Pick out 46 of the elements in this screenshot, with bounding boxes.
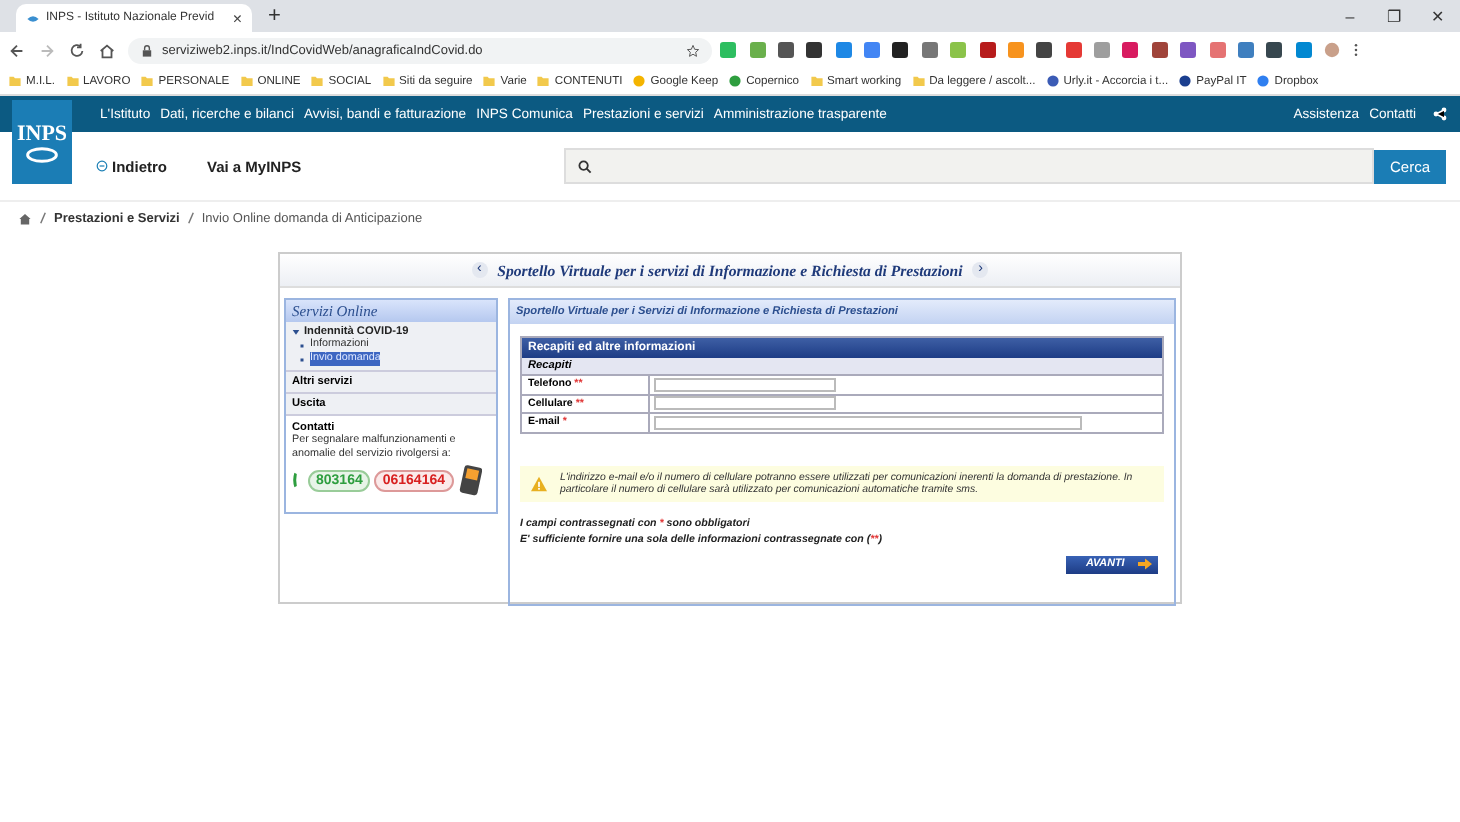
share-icon[interactable] xyxy=(1432,106,1448,122)
slash-icon xyxy=(40,212,46,224)
swirl-icon xyxy=(24,145,60,163)
folder-icon xyxy=(381,74,396,88)
close-tab-button[interactable]: × xyxy=(232,9,242,27)
input-field[interactable] xyxy=(654,396,836,411)
search-field[interactable] xyxy=(563,148,1374,184)
extension-icon[interactable] xyxy=(979,42,996,58)
extension-icon[interactable] xyxy=(1151,42,1168,58)
reload-icon[interactable] xyxy=(68,41,86,59)
warning-icon xyxy=(530,475,548,492)
extension-icon[interactable] xyxy=(892,42,909,58)
window-control[interactable]: – xyxy=(1328,7,1372,25)
back-circle-icon xyxy=(96,160,108,172)
folder-icon xyxy=(911,74,926,88)
back-icon[interactable] xyxy=(8,41,26,59)
folder-icon xyxy=(8,74,22,88)
folder-icon xyxy=(310,74,325,88)
search-icon xyxy=(577,159,591,173)
home-icon[interactable] xyxy=(98,41,116,59)
window-control[interactable]: ❐ xyxy=(1372,7,1416,25)
inps-logo[interactable]: INPS xyxy=(12,100,72,184)
input-field[interactable] xyxy=(654,415,1082,430)
home-icon[interactable] xyxy=(18,211,32,225)
folder-icon xyxy=(536,74,551,88)
slash-icon xyxy=(187,212,194,224)
window-control[interactable]: ✕ xyxy=(1416,7,1460,25)
expand-icon[interactable] xyxy=(292,328,300,336)
folder-icon xyxy=(482,74,497,88)
avatar-icon[interactable] xyxy=(1324,42,1341,58)
extension-icon[interactable] xyxy=(1266,42,1283,58)
input-field[interactable] xyxy=(654,377,836,392)
menu-icon[interactable] xyxy=(1352,42,1361,58)
lock-icon xyxy=(140,43,154,57)
folder-icon xyxy=(140,74,155,88)
site-icon xyxy=(26,11,40,25)
folder-icon xyxy=(65,74,79,88)
new-tab-button[interactable]: + xyxy=(268,4,281,28)
folder-icon xyxy=(809,74,824,88)
mobile-phone-icon xyxy=(457,464,482,496)
star-icon[interactable] xyxy=(686,43,700,57)
extension-icon[interactable] xyxy=(1036,42,1053,58)
arrow-icon xyxy=(1138,558,1152,571)
extension-icon[interactable] xyxy=(777,42,794,58)
folder-icon xyxy=(239,74,254,88)
extension-icon[interactable] xyxy=(806,42,823,58)
